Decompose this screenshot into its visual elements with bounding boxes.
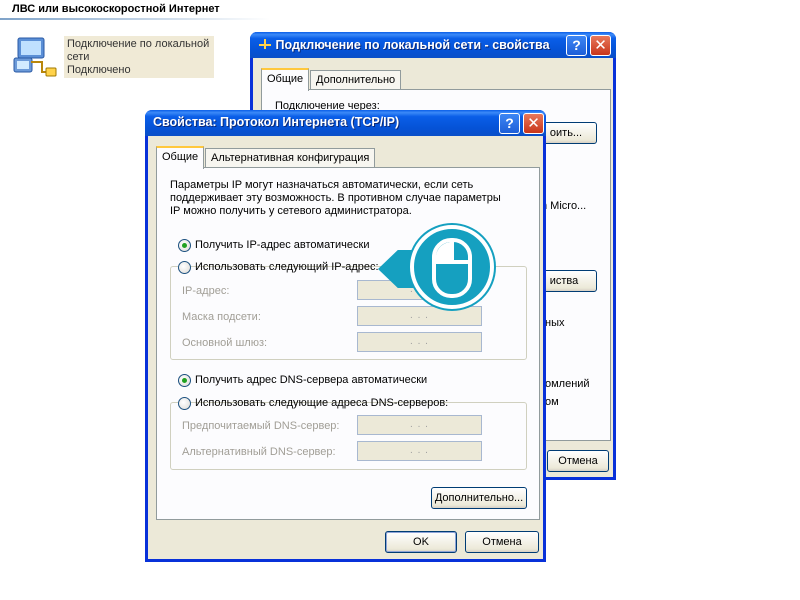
section-header: ЛВС или высокоскоростной Интернет — [12, 3, 220, 15]
ip-manual-label: Использовать следующий IP-адрес: — [195, 261, 379, 273]
close-icon[interactable]: ✕ — [523, 113, 544, 134]
mouse-icon — [431, 237, 473, 302]
description-line-2: поддерживает эту возможность. В противно… — [170, 192, 501, 204]
back-cancel-button[interactable]: Отмена — [547, 450, 609, 472]
radio-indicator — [178, 261, 191, 274]
tab-general[interactable]: Общие — [156, 146, 205, 169]
tab-alternate-config[interactable]: Альтернативная конфигурация — [205, 148, 376, 168]
cancel-button[interactable]: Отмена — [465, 531, 539, 553]
back-window-titlebar[interactable]: Подключение по локальной сети - свойства… — [250, 32, 616, 58]
front-window-titlebar[interactable]: Свойства: Протокол Интернета (TCP/IP) ? … — [145, 110, 546, 136]
connection-name: Подключение по локальной сети — [67, 38, 210, 63]
subnet-mask-field[interactable]: . . . — [357, 306, 482, 326]
description-line-1: Параметры IP могут назначаться автоматич… — [170, 179, 474, 191]
subnet-mask-label: Маска подсети: — [182, 311, 261, 323]
ip-address-label: IP-адрес: — [182, 285, 230, 297]
preferred-dns-field[interactable]: . . . — [357, 415, 482, 435]
mouse-callout — [410, 225, 494, 309]
network-title-icon — [258, 37, 272, 54]
front-window-title: Свойства: Протокол Интернета (TCP/IP) — [153, 115, 400, 129]
ok-button[interactable]: OK — [385, 531, 457, 553]
radio-indicator — [178, 239, 191, 252]
alternate-dns-field[interactable]: . . . — [357, 441, 482, 461]
help-icon[interactable]: ? — [566, 35, 587, 56]
ip-auto-label: Получить IP-адрес автоматически — [195, 239, 370, 251]
dns-manual-label: Использовать следующие адреса DNS-сервер… — [195, 397, 449, 409]
alternate-dns-label: Альтернативный DNS-сервер: — [182, 446, 336, 458]
dns-manual-radio[interactable]: Использовать следующие адреса DNS-сервер… — [178, 396, 448, 412]
description-fragment-3: ом — [545, 396, 559, 408]
description-line-3: IP можно получить у сетевого администрат… — [170, 205, 412, 217]
description-fragment-1: ных — [545, 317, 565, 329]
help-icon[interactable]: ? — [499, 113, 520, 134]
default-gateway-field[interactable]: . . . — [357, 332, 482, 352]
tab-advanced-back[interactable]: Дополнительно — [310, 70, 402, 90]
dns-auto-label: Получить адрес DNS-сервера автоматически — [195, 374, 428, 386]
radio-indicator — [178, 397, 191, 410]
network-connection-item[interactable]: Подключение по локальной сети Подключено — [12, 34, 217, 82]
advanced-button[interactable]: Дополнительно... — [431, 487, 527, 509]
back-window-title: Подключение по локальной сети - свойства — [275, 38, 550, 52]
adapter-name: n Micro... — [541, 200, 587, 212]
connection-text: Подключение по локальной сети Подключено — [64, 36, 214, 78]
tab-general-back[interactable]: Общие — [261, 68, 310, 91]
description-fragment-2: омлений — [545, 378, 590, 390]
network-connection-icon — [12, 34, 60, 82]
radio-indicator — [178, 374, 191, 387]
preferred-dns-label: Предпочитаемый DNS-сервер: — [182, 420, 340, 432]
description-text: Параметры IP могут назначаться автоматич… — [170, 179, 501, 218]
section-divider — [0, 18, 270, 20]
tcpip-properties-window: Свойства: Протокол Интернета (TCP/IP) ? … — [145, 110, 546, 562]
ip-manual-radio[interactable]: Использовать следующий IP-адрес: — [178, 260, 379, 276]
default-gateway-label: Основной шлюз: — [182, 337, 268, 349]
connection-status: Подключено — [67, 64, 131, 76]
close-icon[interactable]: ✕ — [590, 35, 611, 56]
